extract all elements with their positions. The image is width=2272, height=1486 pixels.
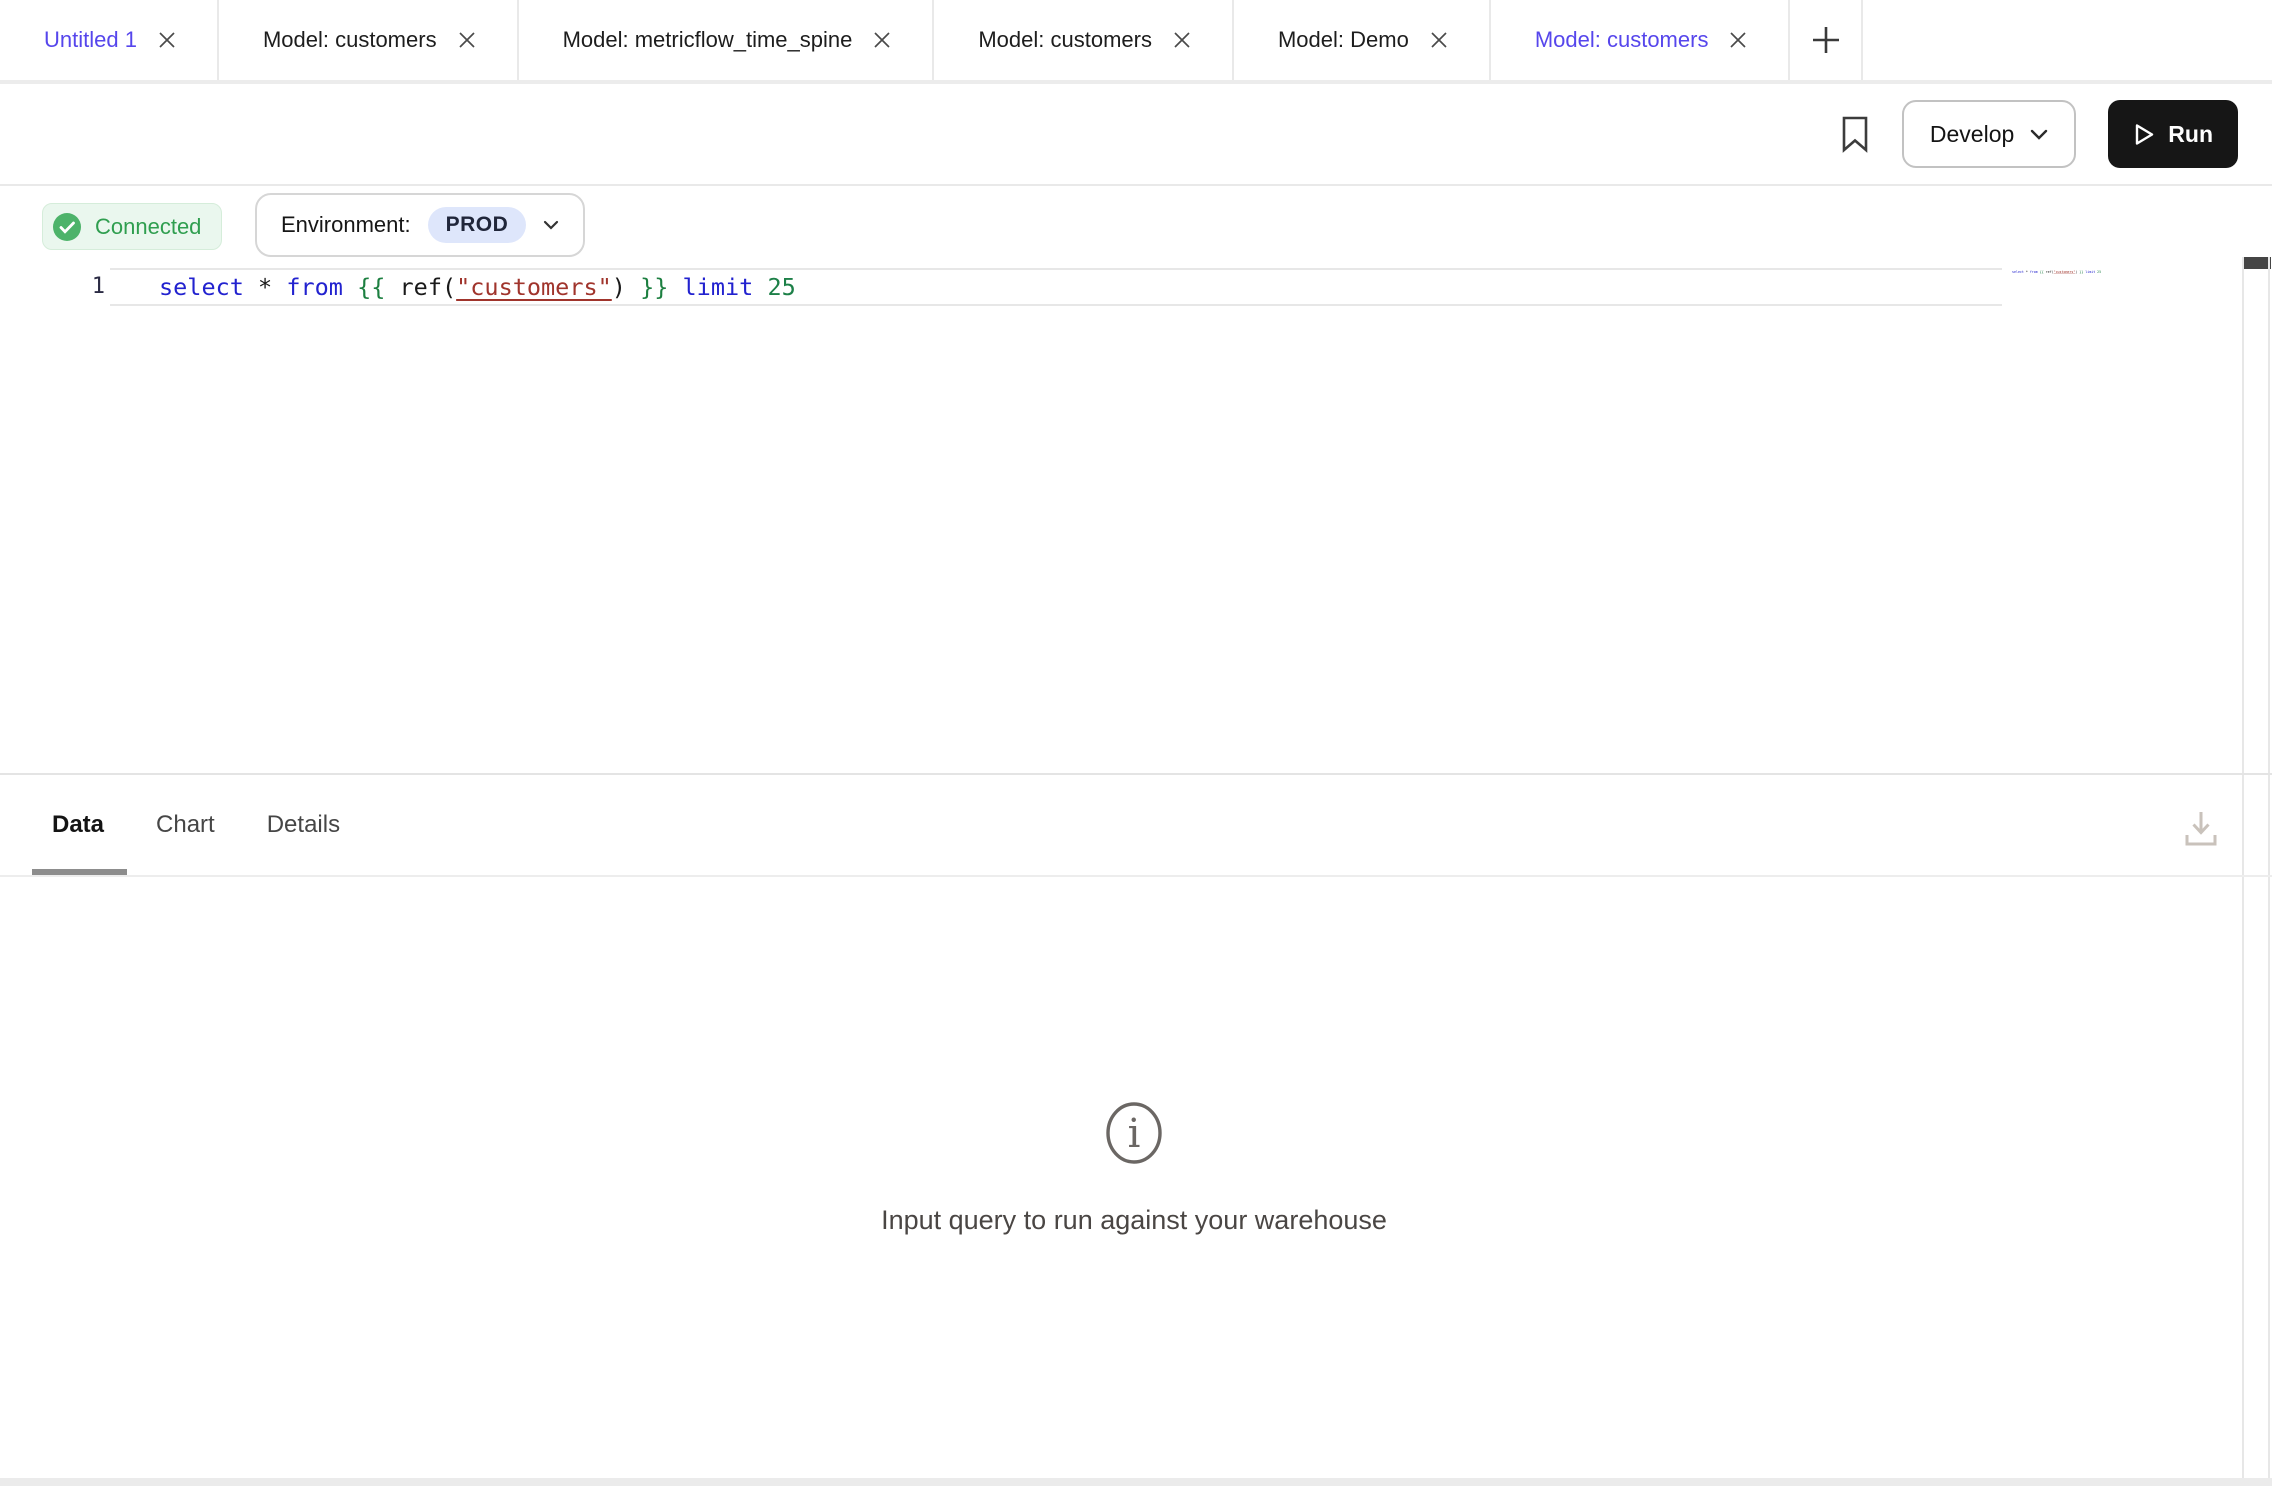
tab-label: Untitled 1 [44, 27, 137, 53]
run-button-label: Run [2168, 121, 2213, 148]
editor-tab-bar: Untitled 1 Model: customers Model: metricf… [0, 0, 2272, 84]
editor-tab[interactable]: Model: metricflow_time_spine [519, 0, 935, 80]
toolbar: Develop Run [0, 84, 2272, 186]
right-gutter-border [2242, 257, 2244, 1478]
editor-tab[interactable]: Model: customers [219, 0, 519, 80]
tab-label: Model: customers [978, 27, 1152, 53]
tab-label: Model: metricflow_time_spine [563, 27, 853, 53]
download-icon [2181, 806, 2221, 850]
develop-button[interactable]: Develop [1902, 100, 2076, 168]
code-token: ref( [2044, 270, 2054, 274]
code-token: from [286, 273, 343, 301]
download-button[interactable] [2181, 806, 2221, 853]
code-token [668, 273, 682, 301]
play-icon [2133, 122, 2155, 147]
new-tab-button[interactable] [1791, 0, 1863, 80]
code-token: 25 [767, 273, 795, 301]
environment-value-pill: PROD [428, 207, 527, 243]
code-token [343, 273, 357, 301]
results-tabs-border [0, 875, 2272, 877]
code-token: ) [612, 273, 640, 301]
editor-tab[interactable]: Model: customers [934, 0, 1234, 80]
code-token: from [2030, 270, 2038, 274]
code-token: * [244, 273, 286, 301]
code-token[interactable]: "customers" [2054, 270, 2076, 274]
chevron-down-icon [543, 220, 559, 230]
line-number: 1 [0, 268, 105, 306]
tab-label: Model: Demo [1278, 27, 1409, 53]
tab-label: Model: customers [1535, 27, 1709, 53]
code-token: 25 [2097, 270, 2101, 274]
right-edge-border [2268, 257, 2270, 1478]
close-icon[interactable] [1429, 30, 1449, 50]
code-token: select [2012, 270, 2024, 274]
empty-state-message: Input query to run against your warehous… [0, 1205, 2268, 1236]
svg-text:i: i [1128, 1111, 1141, 1157]
app-window: Untitled 1 Model: customers Model: metricf… [0, 0, 2272, 1486]
editor-tab[interactable]: Model: Demo [1234, 0, 1491, 80]
chevron-down-icon [2030, 129, 2048, 140]
results-panel-divider [0, 773, 2272, 775]
environment-selector[interactable]: Environment: PROD [255, 193, 585, 257]
close-icon[interactable] [1728, 30, 1748, 50]
editor-scrollbar-thumb[interactable] [2243, 257, 2271, 269]
code-token: ref( [385, 273, 456, 301]
bottom-divider [0, 1478, 2272, 1486]
connection-status-label: Connected [95, 214, 201, 240]
bookmark-icon[interactable] [1840, 115, 1870, 153]
minimap-code: select * from {{ ref("customers") }} lim… [2012, 269, 2044, 274]
editor-tab[interactable]: Model: customers [1491, 0, 1791, 80]
close-icon[interactable] [872, 30, 892, 50]
code-token: }} [640, 273, 668, 301]
check-circle-icon [52, 212, 82, 242]
results-tab-bar: Data Chart Details [52, 775, 340, 875]
plus-icon [1809, 23, 1843, 57]
close-icon[interactable] [1172, 30, 1192, 50]
code-token: {{ [357, 273, 385, 301]
results-tab-chart[interactable]: Chart [156, 775, 215, 875]
close-icon[interactable] [157, 30, 177, 50]
code-token [753, 273, 767, 301]
info-icon: i [1104, 1100, 1164, 1171]
empty-state: i Input query to run against your wareho… [0, 1100, 2268, 1236]
results-tab-details[interactable]: Details [267, 775, 340, 875]
minimap[interactable]: select * from {{ ref("customers") }} lim… [2012, 269, 2242, 279]
code-token: limit [2085, 270, 2095, 274]
results-tab-data[interactable]: Data [52, 775, 104, 875]
environment-label: Environment: [281, 212, 411, 238]
close-icon[interactable] [457, 30, 477, 50]
code-token: select [159, 273, 244, 301]
run-button[interactable]: Run [2108, 100, 2238, 168]
code-line: select * from {{ ref("customers") }} lim… [159, 268, 796, 306]
code-token[interactable]: "customers" [456, 273, 612, 301]
develop-button-label: Develop [1930, 121, 2014, 148]
editor-tab[interactable]: Untitled 1 [0, 0, 219, 80]
tab-label: Model: customers [263, 27, 437, 53]
connection-status-badge: Connected [42, 203, 222, 250]
code-token: limit [683, 273, 754, 301]
